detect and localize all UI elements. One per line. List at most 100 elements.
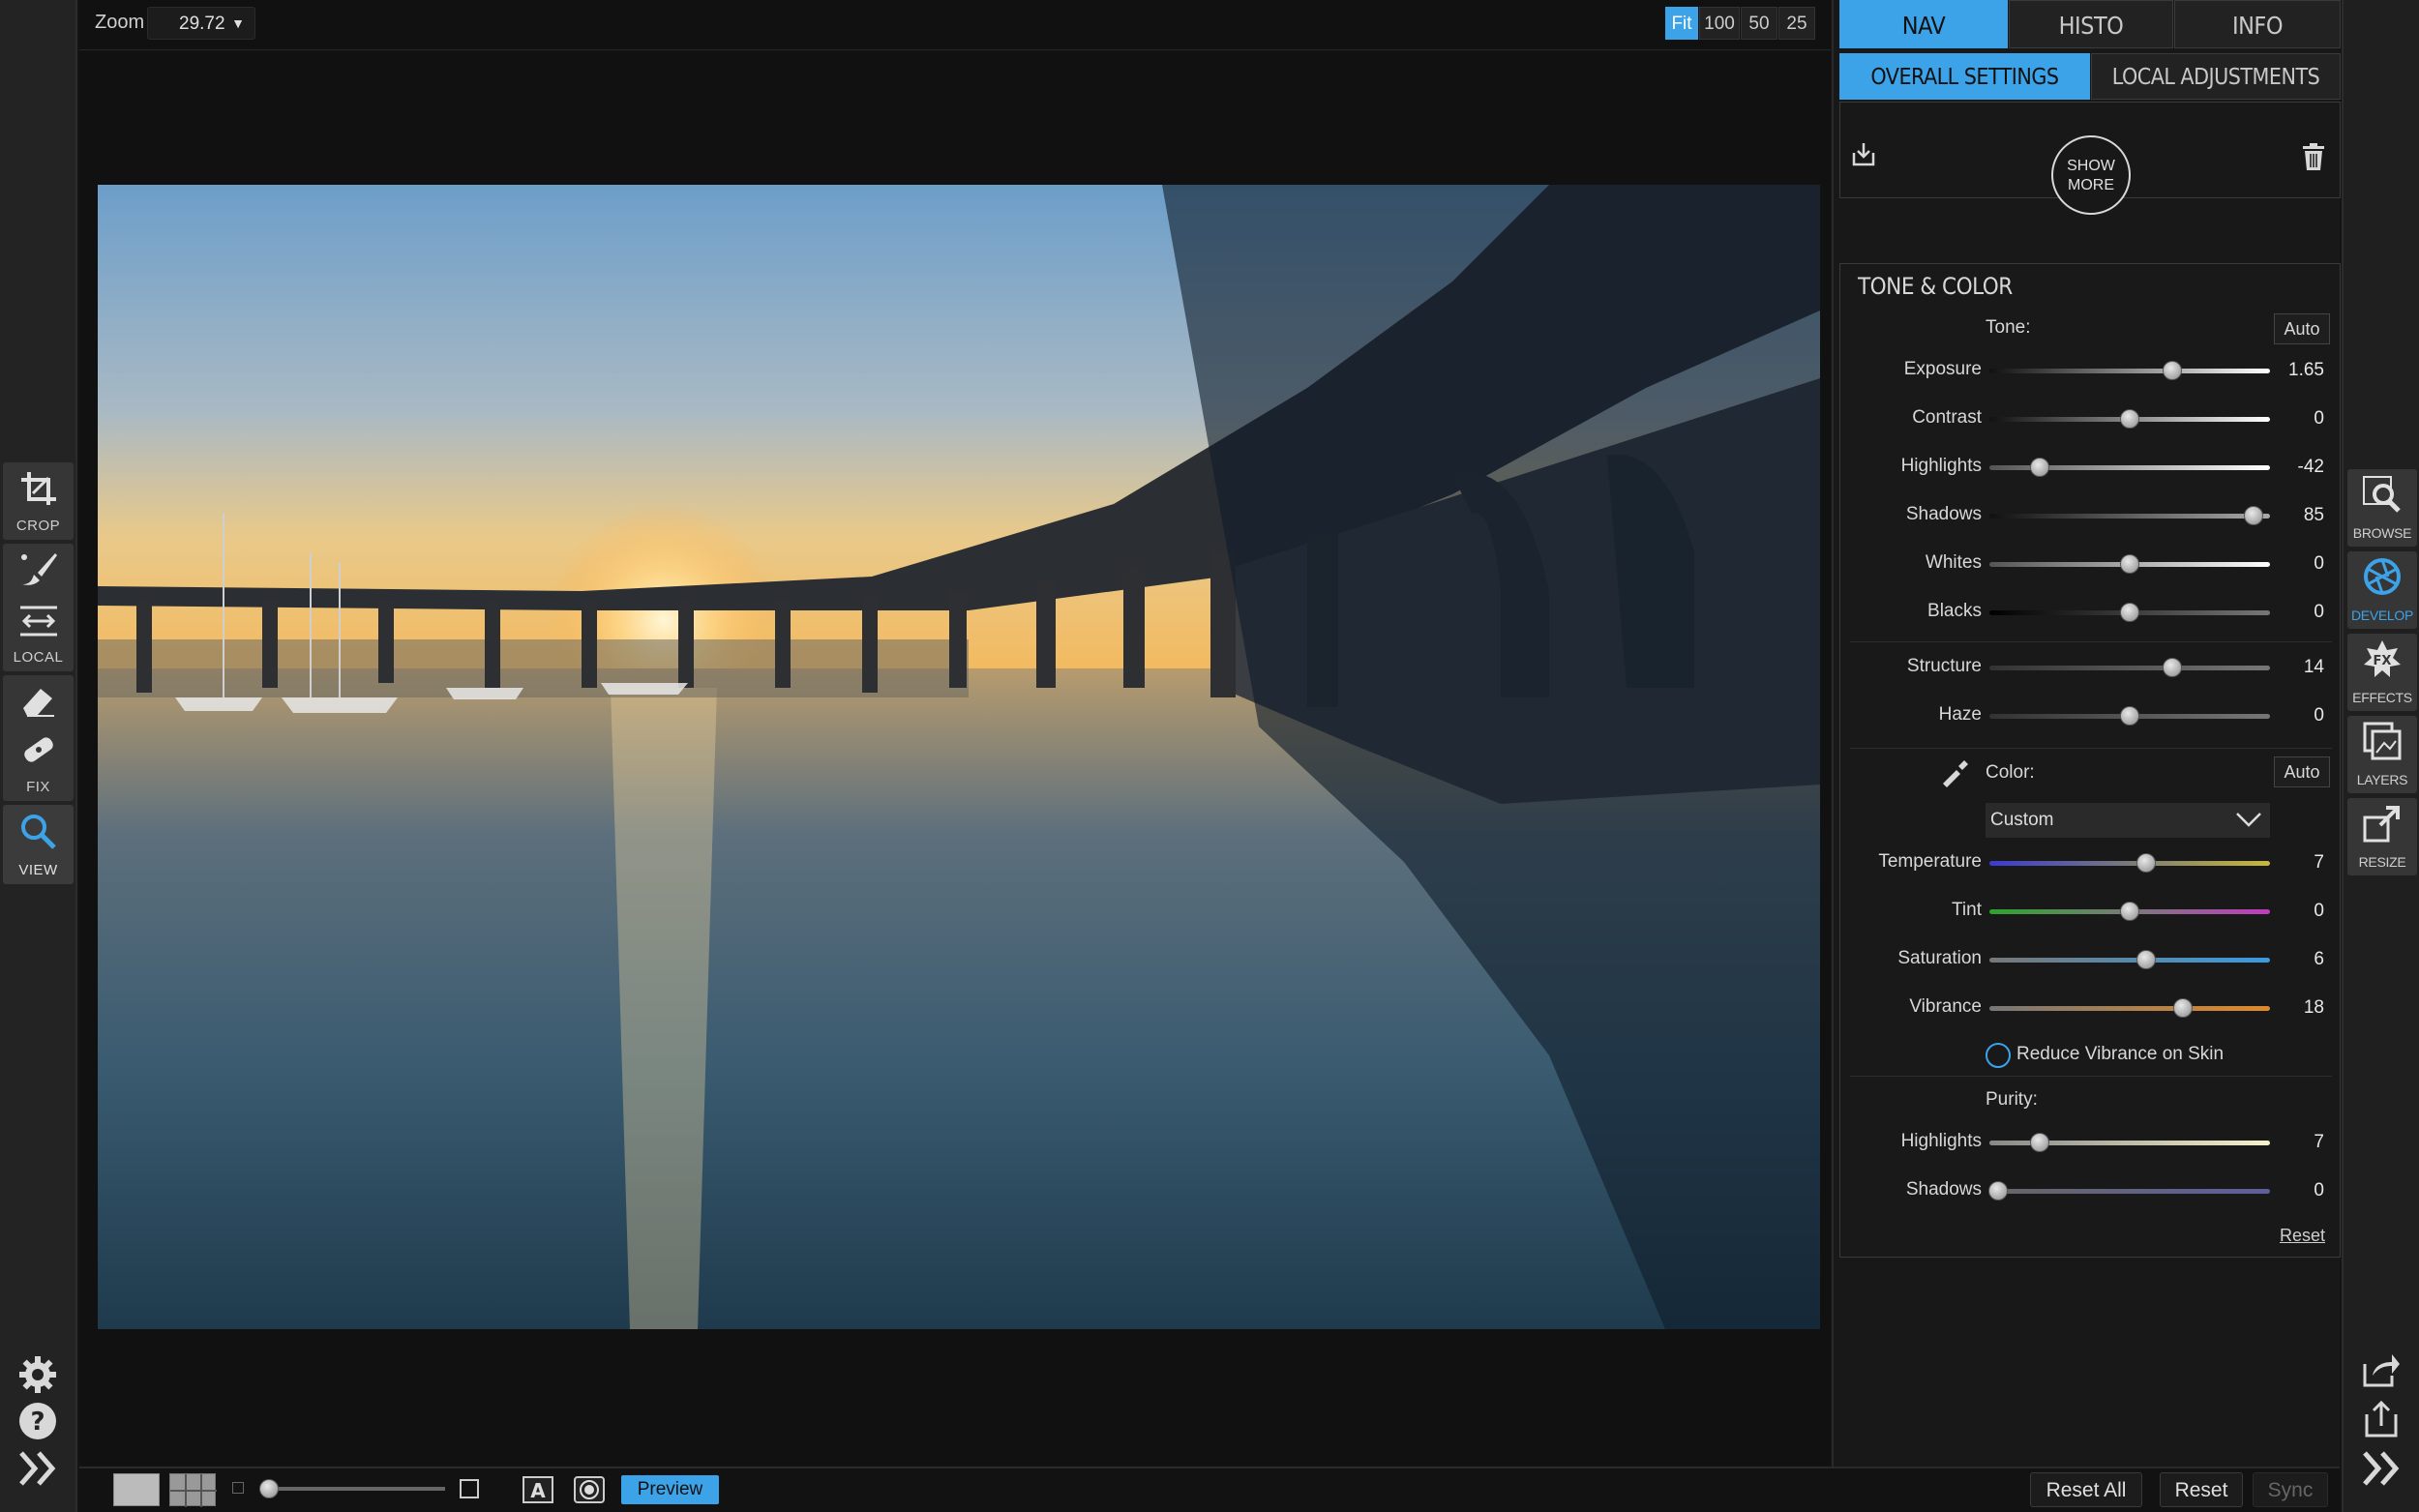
tab-nav[interactable]: NAV: [1839, 0, 2008, 48]
save-preset-icon[interactable]: [1852, 141, 1875, 171]
purity-label: Purity:: [1986, 1089, 2038, 1110]
tone-label: Tone:: [1986, 317, 2031, 338]
slider-value[interactable]: 18: [2256, 997, 2324, 1019]
sync-button[interactable]: Sync: [2253, 1472, 2328, 1507]
slider-track[interactable]: [1989, 958, 2270, 963]
auto-enhance-icon[interactable]: A: [523, 1476, 553, 1503]
module-layers[interactable]: LAYERS: [2347, 716, 2417, 793]
color-preset-select[interactable]: Custom: [1986, 803, 2270, 838]
preview-toggle[interactable]: Preview: [621, 1475, 719, 1504]
slider-value[interactable]: 0: [2256, 408, 2324, 430]
share-icon[interactable]: [2361, 1350, 2402, 1394]
color-auto-button[interactable]: Auto: [2274, 756, 2330, 787]
large-thumb-icon: [460, 1479, 479, 1498]
slider-label: Whites: [1925, 552, 1982, 573]
slider-value[interactable]: 0: [2256, 602, 2324, 623]
slider-value[interactable]: 0: [2256, 705, 2324, 726]
slider-knob[interactable]: [2120, 706, 2139, 726]
tool-fix-label: FIX: [26, 779, 50, 795]
slider-value[interactable]: 7: [2256, 1132, 2324, 1153]
slider-knob[interactable]: [2120, 554, 2139, 574]
slider-knob[interactable]: [1987, 1181, 2008, 1201]
bandage-icon: [19, 731, 58, 768]
zoom-label: Zoom: [95, 12, 145, 33]
module-browse[interactable]: BROWSE: [2347, 469, 2417, 547]
magnifier-icon: [19, 813, 58, 851]
slider-track[interactable]: [1989, 861, 2270, 866]
thumb-size-knob[interactable]: [259, 1479, 279, 1498]
slider-value[interactable]: 0: [2256, 1180, 2324, 1201]
expand-left-icon[interactable]: [17, 1449, 60, 1493]
grid-view-button[interactable]: [169, 1473, 217, 1507]
reset-button[interactable]: Reset: [2160, 1472, 2243, 1507]
zoom-50-button[interactable]: 50: [1741, 7, 1777, 40]
gear-icon[interactable]: [17, 1354, 58, 1400]
zoom-select[interactable]: 29.72 ▼: [147, 7, 255, 40]
slider-value[interactable]: 0: [2256, 901, 2324, 922]
slider-value[interactable]: 7: [2256, 852, 2324, 874]
module-resize[interactable]: RESIZE: [2347, 798, 2417, 875]
slider-value[interactable]: 1.65: [2256, 360, 2324, 381]
slider-knob[interactable]: [2120, 409, 2139, 429]
slider-label: Shadows: [1905, 1179, 1982, 1200]
reset-all-button[interactable]: Reset All: [2030, 1472, 2142, 1507]
tab-histo[interactable]: HISTO: [2009, 0, 2173, 48]
module-effects[interactable]: FX EFFECTS: [2347, 634, 2417, 711]
zoom-fit-button[interactable]: Fit: [1665, 7, 1698, 40]
tool-crop[interactable]: CROP: [3, 462, 74, 540]
slider-label: Contrast: [1912, 407, 1982, 428]
tool-view[interactable]: VIEW: [3, 805, 74, 884]
tab-info[interactable]: INFO: [2174, 0, 2341, 48]
slider-knob[interactable]: [2162, 361, 2182, 380]
slider-value[interactable]: 85: [2256, 505, 2324, 526]
slider-knob[interactable]: [2120, 902, 2139, 921]
slider-label: Blacks: [1927, 601, 1982, 621]
slider-track[interactable]: [1989, 1006, 2270, 1011]
slider-value[interactable]: -42: [2256, 457, 2324, 478]
tool-fix[interactable]: FIX: [3, 675, 74, 801]
resize-icon: [2363, 804, 2402, 843]
expand-right-icon[interactable]: [2361, 1449, 2404, 1493]
divider: [1850, 1076, 2332, 1077]
section-reset-link[interactable]: Reset: [2280, 1226, 2325, 1246]
photo-preview[interactable]: [98, 185, 1820, 1329]
zoom-100-button[interactable]: 100: [1699, 7, 1740, 40]
browse-icon: [2362, 475, 2403, 514]
color-label: Color:: [1986, 762, 2035, 783]
trash-icon[interactable]: [2303, 143, 2324, 175]
slider-track[interactable]: [1989, 369, 2270, 373]
slider-knob[interactable]: [2120, 603, 2139, 622]
tool-view-label: VIEW: [18, 862, 58, 878]
small-thumb-icon: [232, 1482, 244, 1494]
eyedropper-icon[interactable]: [1939, 756, 1972, 792]
mask-icon[interactable]: [574, 1476, 605, 1503]
tab-local-adjustments[interactable]: LOCAL ADJUSTMENTS: [2091, 53, 2341, 100]
slider-value[interactable]: 6: [2256, 949, 2324, 970]
eraser-icon: [19, 683, 58, 718]
svg-text:?: ?: [30, 1408, 45, 1437]
slider-label: Shadows: [1905, 504, 1982, 524]
layers-icon: [2363, 722, 2402, 760]
reduce-vibrance-label: Reduce Vibrance on Skin: [2016, 1044, 2225, 1064]
slider-track[interactable]: [1989, 666, 2270, 670]
slider-value[interactable]: 14: [2256, 657, 2324, 678]
slider-track[interactable]: [1989, 1189, 2270, 1194]
tool-local[interactable]: LOCAL: [3, 544, 74, 671]
slider-track[interactable]: [1989, 514, 2270, 519]
section-title: TONE & COLOR: [1858, 273, 2013, 300]
slider-knob[interactable]: [2173, 998, 2194, 1018]
single-view-button[interactable]: [113, 1473, 160, 1506]
show-more-button[interactable]: SHOW MORE: [2051, 135, 2131, 215]
tone-auto-button[interactable]: Auto: [2274, 313, 2330, 344]
thumb-size-slider[interactable]: [259, 1487, 445, 1491]
module-develop[interactable]: DEVELOP: [2347, 551, 2417, 629]
zoom-25-button[interactable]: 25: [1778, 7, 1815, 40]
help-icon[interactable]: ?: [17, 1401, 58, 1446]
reduce-vibrance-checkbox[interactable]: [1986, 1043, 2011, 1068]
slider-value[interactable]: 0: [2256, 553, 2324, 575]
right-toolbar: BROWSE DEVELOP FX EFFECTS LAYERS RESIZE: [2342, 0, 2419, 1512]
export-icon[interactable]: [2361, 1399, 2402, 1444]
slider-label: Highlights: [1900, 456, 1982, 476]
slider-knob[interactable]: [2162, 658, 2182, 677]
tab-overall-settings[interactable]: OVERALL SETTINGS: [1839, 53, 2090, 100]
